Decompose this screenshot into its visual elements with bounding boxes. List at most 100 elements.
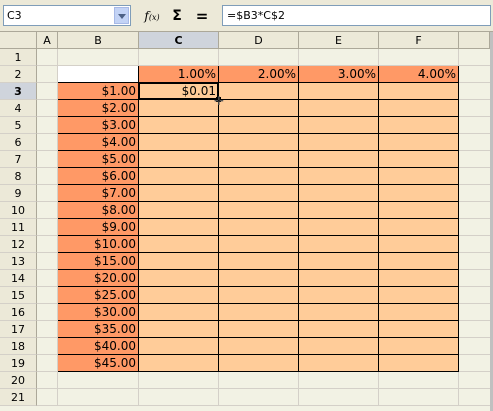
rate-header-cell[interactable]: 2.00% xyxy=(219,66,299,83)
column-header-a[interactable]: A xyxy=(37,32,58,49)
amount-cell[interactable]: $1.00 xyxy=(58,83,139,100)
column-header-e[interactable]: E xyxy=(299,32,379,49)
data-cell[interactable] xyxy=(219,202,299,219)
row-header-2[interactable]: 2 xyxy=(0,66,37,83)
row-header-7[interactable]: 7 xyxy=(0,151,37,168)
data-cell[interactable] xyxy=(139,134,219,151)
data-cell[interactable] xyxy=(299,134,379,151)
row-header-9[interactable]: 9 xyxy=(0,185,37,202)
data-cell[interactable] xyxy=(219,185,299,202)
data-cell[interactable] xyxy=(299,151,379,168)
amount-cell[interactable]: $5.00 xyxy=(58,151,139,168)
amount-cell[interactable]: $4.00 xyxy=(58,134,139,151)
data-cell[interactable] xyxy=(139,100,219,117)
column-header-f[interactable]: F xyxy=(379,32,459,49)
row-header-18[interactable]: 18 xyxy=(0,338,37,355)
amount-cell[interactable]: $3.00 xyxy=(58,117,139,134)
select-all-corner[interactable] xyxy=(0,32,37,49)
data-cell[interactable] xyxy=(379,355,459,372)
data-cell[interactable] xyxy=(219,338,299,355)
row-header-17[interactable]: 17 xyxy=(0,321,37,338)
row-header-16[interactable]: 16 xyxy=(0,304,37,321)
data-cell[interactable] xyxy=(219,117,299,134)
row-header-3[interactable]: 3 xyxy=(0,83,37,100)
data-cell[interactable] xyxy=(379,100,459,117)
data-cell[interactable] xyxy=(379,117,459,134)
column-header-b[interactable]: B xyxy=(58,32,139,49)
data-cell[interactable] xyxy=(219,321,299,338)
name-box[interactable]: C3 xyxy=(3,5,131,26)
data-cell[interactable] xyxy=(219,355,299,372)
data-cell[interactable] xyxy=(139,236,219,253)
data-cell[interactable] xyxy=(299,287,379,304)
data-cell[interactable] xyxy=(379,270,459,287)
data-cell[interactable] xyxy=(139,304,219,321)
data-cell[interactable] xyxy=(219,236,299,253)
data-cell[interactable] xyxy=(379,253,459,270)
row-header-10[interactable]: 10 xyxy=(0,202,37,219)
row-header-5[interactable]: 5 xyxy=(0,117,37,134)
data-cell[interactable] xyxy=(219,83,299,100)
data-cell[interactable] xyxy=(139,219,219,236)
data-cell[interactable] xyxy=(379,202,459,219)
sum-icon[interactable]: Σ xyxy=(168,6,186,26)
row-header-14[interactable]: 14 xyxy=(0,270,37,287)
data-cell[interactable] xyxy=(139,287,219,304)
row-header-15[interactable]: 15 xyxy=(0,287,37,304)
data-cell[interactable] xyxy=(219,219,299,236)
amount-cell[interactable]: $9.00 xyxy=(58,219,139,236)
data-cell[interactable] xyxy=(299,117,379,134)
amount-cell[interactable]: $25.00 xyxy=(58,287,139,304)
data-cell[interactable] xyxy=(139,270,219,287)
data-cell[interactable] xyxy=(379,151,459,168)
data-cell[interactable] xyxy=(379,304,459,321)
data-cell[interactable] xyxy=(139,338,219,355)
data-cell[interactable] xyxy=(299,100,379,117)
amount-cell[interactable]: $15.00 xyxy=(58,253,139,270)
amount-cell[interactable]: $8.00 xyxy=(58,202,139,219)
function-wizard-icon[interactable]: f(x) xyxy=(142,6,162,26)
data-cell[interactable] xyxy=(139,151,219,168)
formula-input[interactable]: =$B3*C$2 xyxy=(222,5,491,26)
data-cell[interactable] xyxy=(219,270,299,287)
row-header-13[interactable]: 13 xyxy=(0,253,37,270)
data-cell[interactable] xyxy=(299,168,379,185)
data-cell[interactable] xyxy=(379,83,459,100)
data-cell[interactable] xyxy=(139,185,219,202)
data-cell[interactable] xyxy=(379,236,459,253)
row-header-6[interactable]: 6 xyxy=(0,134,37,151)
data-cell[interactable] xyxy=(219,287,299,304)
equals-icon[interactable]: = xyxy=(194,6,210,26)
data-cell[interactable] xyxy=(379,185,459,202)
amount-cell[interactable]: $2.00 xyxy=(58,100,139,117)
rate-header-cell[interactable]: 3.00% xyxy=(299,66,379,83)
row-header-12[interactable]: 12 xyxy=(0,236,37,253)
data-cell[interactable] xyxy=(379,219,459,236)
data-cell[interactable] xyxy=(139,202,219,219)
amount-cell[interactable]: $7.00 xyxy=(58,185,139,202)
data-cell[interactable] xyxy=(299,270,379,287)
data-cell[interactable] xyxy=(299,338,379,355)
chevron-down-icon[interactable] xyxy=(114,7,129,24)
data-cell[interactable] xyxy=(299,253,379,270)
amount-cell[interactable]: $20.00 xyxy=(58,270,139,287)
data-cell[interactable] xyxy=(219,100,299,117)
data-cell[interactable] xyxy=(139,355,219,372)
data-cell[interactable] xyxy=(379,134,459,151)
data-cell[interactable] xyxy=(219,151,299,168)
amount-cell[interactable]: $40.00 xyxy=(58,338,139,355)
data-cell[interactable] xyxy=(299,202,379,219)
data-cell[interactable] xyxy=(219,134,299,151)
data-cell[interactable] xyxy=(299,185,379,202)
column-header-c[interactable]: C xyxy=(139,32,219,49)
data-cell[interactable] xyxy=(219,304,299,321)
amount-cell[interactable]: $45.00 xyxy=(58,355,139,372)
data-cell[interactable] xyxy=(379,321,459,338)
amount-cell[interactable]: $30.00 xyxy=(58,304,139,321)
row-header-4[interactable]: 4 xyxy=(0,100,37,117)
cell-c3[interactable]: $0.01 xyxy=(139,83,219,100)
amount-cell[interactable]: $35.00 xyxy=(58,321,139,338)
data-cell[interactable] xyxy=(219,168,299,185)
data-cell[interactable] xyxy=(139,321,219,338)
row-header-1[interactable]: 1 xyxy=(0,49,37,66)
